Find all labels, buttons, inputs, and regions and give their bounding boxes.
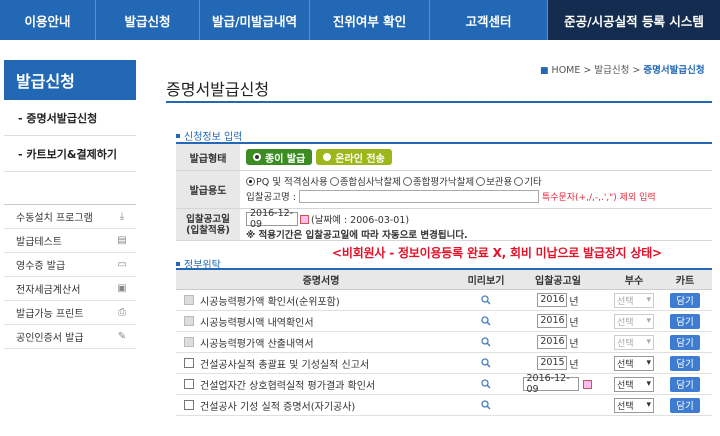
search-icon[interactable] [481, 316, 491, 326]
calendar-icon[interactable] [582, 379, 592, 389]
form-row-purpose: 발급용도 PQ 및 적격심사용 종합심사낙찰제 종합평가낙찰제 보관용 기타 입… [176, 171, 712, 209]
breadcrumb: ■ HOME > 발급신청 > 증명서발급신청 [540, 65, 705, 76]
title-divider [166, 101, 712, 103]
search-icon[interactable] [481, 337, 491, 347]
sidebar-tool-printer[interactable]: 발급가능 프린트 ⎙ [4, 301, 136, 325]
nav-performance-system[interactable]: 준공/시공실적 등록 시스템 [548, 0, 720, 40]
table-row: 건설공사 기성 실적 증명서(자기공사) 선택 ▾ 담기 [176, 395, 712, 416]
issue-paper-radio[interactable]: 종이 발급 [246, 149, 313, 165]
row-checkbox[interactable] [184, 337, 194, 347]
radio-selected-icon [253, 153, 261, 161]
chat-icon: ▭ [117, 259, 127, 270]
purpose-radio-other[interactable]: 기타 [514, 174, 542, 188]
add-cart-button[interactable]: 담기 [670, 292, 700, 308]
sidebar-header: 발급신청 [4, 60, 136, 100]
form-row-bid-date: 입찰공고일 (입찰적용) 2016-12-09 (날짜예 : 2006-03-0… [176, 208, 712, 241]
copies-select[interactable]: 선택 ▾ [614, 397, 654, 413]
purpose-radio-comprehensive-review[interactable]: 종합심사낙찰제 [329, 174, 401, 188]
purpose-radio-pq[interactable]: PQ 및 적격심사용 [246, 174, 328, 188]
purpose-radio-comprehensive-evaluation[interactable]: 종합평가낙찰제 [402, 174, 474, 188]
search-icon[interactable] [481, 400, 491, 410]
add-cart-button[interactable]: 담기 [670, 313, 700, 329]
search-icon[interactable] [481, 379, 491, 389]
breadcrumb-level1[interactable]: 발급신청 [594, 65, 629, 76]
table-row: 시공능력평시액 내역확인서 2016 년 선택 ▾ 담기 [176, 311, 712, 332]
notice-name-input[interactable] [298, 189, 539, 203]
print-document-icon: ▣ [117, 283, 127, 294]
bid-date-input[interactable]: 2016-12-09 [246, 208, 298, 230]
year-input[interactable]: 2015 [537, 356, 568, 370]
sidebar-tool-tax-invoice[interactable]: 전자세금계산서 ▣ [4, 277, 136, 301]
nav-customer-center[interactable]: 고객센터 [430, 0, 548, 40]
row-checkbox[interactable] [184, 400, 194, 410]
copies-select[interactable]: 선택 ▾ [614, 313, 654, 329]
nav-usage-guide[interactable]: 이용안내 [0, 0, 96, 40]
section-input-label: 신청정보 입력 [176, 128, 242, 143]
download-icon: ⤓ [119, 211, 125, 222]
request-form: 발급형태 종이 발급 온라인 전송 발급용도 PQ 및 적격심사용 종합심사낙찰… [176, 142, 712, 241]
year-input[interactable]: 2016 [537, 314, 568, 328]
year-input[interactable]: 2016 [537, 293, 568, 307]
add-cart-button[interactable]: 담기 [670, 334, 700, 350]
copies-select[interactable]: 선택 ▾ [614, 355, 654, 371]
status-annotation: <비회원사 - 정보이용등록 완료 X, 회비 미납으로 발급정지 상태> [332, 246, 662, 260]
copies-select[interactable]: 선택 ▾ [614, 376, 654, 392]
copies-select[interactable]: 선택 ▾ [614, 292, 654, 308]
edit-icon: ✎ [117, 331, 127, 342]
add-cart-button[interactable]: 담기 [670, 376, 700, 392]
radio-icon [323, 153, 332, 161]
date-input[interactable]: 2016-12-09 [522, 373, 579, 395]
form-row-issue-type: 발급형태 종이 발급 온라인 전송 [176, 144, 712, 171]
search-icon[interactable] [481, 295, 491, 305]
table-header: 증명서명 미리보기 입찰공고일 부수 카트 [176, 270, 712, 290]
add-cart-button[interactable]: 담기 [670, 355, 700, 371]
breadcrumb-home[interactable]: HOME [552, 65, 581, 76]
copies-select[interactable]: 선택 ▾ [614, 334, 654, 350]
row-checkbox[interactable] [184, 295, 194, 305]
home-icon: ■ [540, 66, 549, 76]
calendar-icon[interactable] [300, 214, 309, 224]
sidebar-tools: 수동설치 프로그램 ⤓ 발급테스트 ▤ 영수증 발급 ▭ 전자세금계산서 ▣ 발급가능 … [4, 204, 136, 349]
sidebar-tool-issue-test[interactable]: 발급테스트 ▤ [4, 229, 136, 253]
bullet-icon [176, 261, 180, 266]
breadcrumb-current: 증명서발급신청 [643, 65, 705, 76]
bullet-icon [176, 133, 180, 138]
nav-verify[interactable]: 진위여부 확인 [310, 0, 430, 40]
notice-warning: 특수문자(+,/,-,.',") 제외 입력 [541, 192, 656, 203]
nav-issue-request[interactable]: 발급신청 [96, 0, 200, 40]
table-row: 건설업자간 상호협력실적 평가결과 확인서 2016-12-09 선택 ▾ 담기 [176, 373, 712, 395]
sidebar-tool-manual-install[interactable]: 수동설치 프로그램 ⤓ [4, 205, 136, 229]
add-cart-button[interactable]: 담기 [670, 397, 700, 413]
nav-issue-history[interactable]: 발급/미발급내역 [200, 0, 310, 40]
purpose-radio-storage[interactable]: 보관용 [476, 174, 512, 188]
row-checkbox[interactable] [184, 379, 194, 389]
sidebar-tool-receipt[interactable]: 영수증 발급 ▭ [4, 253, 136, 277]
sidebar-item-cert-request[interactable]: - 증명서발급신청 [4, 100, 136, 136]
issue-online-radio[interactable]: 온라인 전송 [316, 149, 392, 165]
search-icon[interactable] [481, 358, 491, 368]
sidebar-menu: - 증명서발급신청 - 카트보기&결제하기 [4, 100, 136, 172]
document-icon: ▤ [117, 235, 127, 246]
page-title: 증명서발급신청 [166, 80, 270, 99]
sidebar-tool-certificate[interactable]: 공인인증서 발급 ✎ [4, 325, 136, 349]
bid-date-note: ※ 적용기간은 입찰공고일에 따라 자동으로 변경됩니다. [246, 230, 468, 241]
top-nav: 이용안내 발급신청 발급/미발급내역 진위여부 확인 고객센터 준공/시공실적 … [0, 0, 720, 40]
row-checkbox[interactable] [184, 316, 194, 326]
sidebar-item-cart-payment[interactable]: - 카트보기&결제하기 [4, 136, 136, 172]
printer-icon: ⎙ [118, 307, 126, 318]
row-checkbox[interactable] [184, 358, 194, 368]
table-row: 시공능력평가액 산출내역서 2016 년 선택 ▾ 담기 [176, 332, 712, 353]
year-input[interactable]: 2016 [537, 335, 568, 349]
table-row: 건설공사실적 총괄표 및 기성실적 신고서 2015 년 선택 ▾ 담기 [176, 353, 712, 374]
table-row: 시공능력평가액 확인서(순위포함) 2016 년 선택 ▾ 담기 [176, 290, 712, 311]
certificate-table: 증명서명 미리보기 입찰공고일 부수 카트 시공능력평가액 확인서(순위포함) … [176, 268, 712, 416]
